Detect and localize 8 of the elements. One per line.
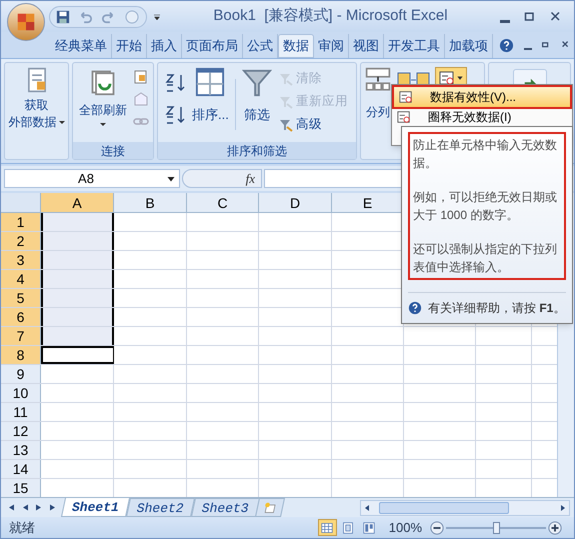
tooltip-text: 防止在单元格中输入无效数据。 bbox=[413, 137, 558, 172]
tooltip-text: 还可以强制从指定的下拉列表值中选择输入。 bbox=[413, 241, 558, 276]
status-text: 就绪 bbox=[9, 518, 35, 537]
group-label: 连接 bbox=[73, 142, 153, 159]
tooltip-text: 例如，可以拒绝无效日期或大于 1000 的数字。 bbox=[413, 189, 558, 224]
window-title: Book1 [兼容模式] - Microsoft Excel bbox=[212, 6, 449, 26]
group-label: 排序和筛选 bbox=[158, 142, 356, 159]
help-hint: 有关详细帮助，请按 F1。 bbox=[428, 300, 566, 317]
